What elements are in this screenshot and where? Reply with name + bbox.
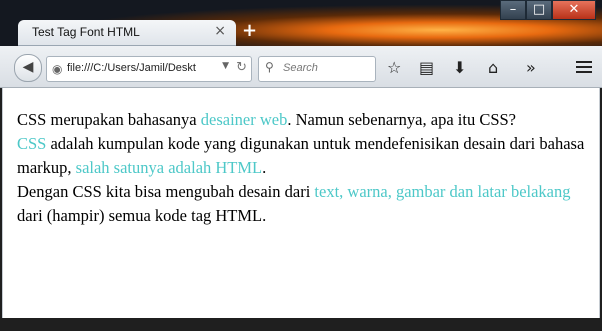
text-segment: dari (hampir) semua kode tag HTML. [17, 206, 267, 225]
window-controls: – □ ✕ [500, 0, 596, 20]
address-bar[interactable]: ◉ file:///C:/Users/Jamil/Deskt ▼ ↻ [46, 56, 252, 82]
text-segment: . [262, 158, 267, 177]
text-segment: . Namun sebenarnya, apa itu CSS? [287, 110, 516, 129]
download-icon[interactable]: ⬇ [453, 58, 466, 77]
tab-active[interactable]: Test Tag Font HTML × [18, 20, 236, 46]
search-placeholder: Search [283, 62, 318, 74]
highlight-text: salah satunya adalah HTML [75, 158, 263, 177]
home-icon[interactable]: ⌂ [488, 58, 498, 77]
menu-icon[interactable] [576, 58, 592, 76]
url-text: file:///C:/Users/Jamil/Deskt [67, 62, 196, 74]
title-bar: Test Tag Font HTML × + – □ ✕ [0, 0, 602, 46]
page-content: CSS merupakan bahasanya desainer web. Na… [2, 88, 600, 318]
minimize-button[interactable]: – [500, 0, 526, 20]
new-tab-button[interactable]: + [242, 20, 257, 41]
chevron-down-icon[interactable]: ▼ [222, 61, 229, 71]
globe-icon: ◉ [52, 62, 63, 76]
nav-toolbar: ◀ ◉ file:///C:/Users/Jamil/Deskt ▼ ↻ ⚲ S… [0, 46, 602, 88]
highlight-text: text, warna, gambar dan latar belakang [314, 182, 571, 201]
search-input[interactable]: ⚲ Search [258, 56, 376, 82]
css-paragraph: CSS merupakan bahasanya desainer web. Na… [17, 108, 597, 228]
bookmark-star-icon[interactable]: ☆ [387, 58, 401, 77]
highlight-text: CSS [17, 134, 47, 153]
text-segment: Dengan CSS kita bisa mengubah desain dar… [17, 182, 315, 201]
maximize-button[interactable]: □ [526, 0, 552, 20]
text-segment: CSS merupakan bahasanya [17, 110, 201, 129]
back-icon[interactable]: ◀ [14, 54, 42, 82]
tab-close-icon[interactable]: × [214, 23, 226, 39]
bookmarks-list-icon[interactable]: ▤ [419, 58, 434, 77]
reload-icon[interactable]: ↻ [236, 60, 247, 75]
highlight-text: desainer web [200, 110, 288, 129]
background-strip [0, 318, 602, 331]
overflow-icon[interactable]: » [526, 58, 536, 77]
search-icon: ⚲ [265, 60, 274, 74]
close-window-button[interactable]: ✕ [552, 0, 596, 20]
tab-title: Test Tag Font HTML [32, 25, 140, 39]
